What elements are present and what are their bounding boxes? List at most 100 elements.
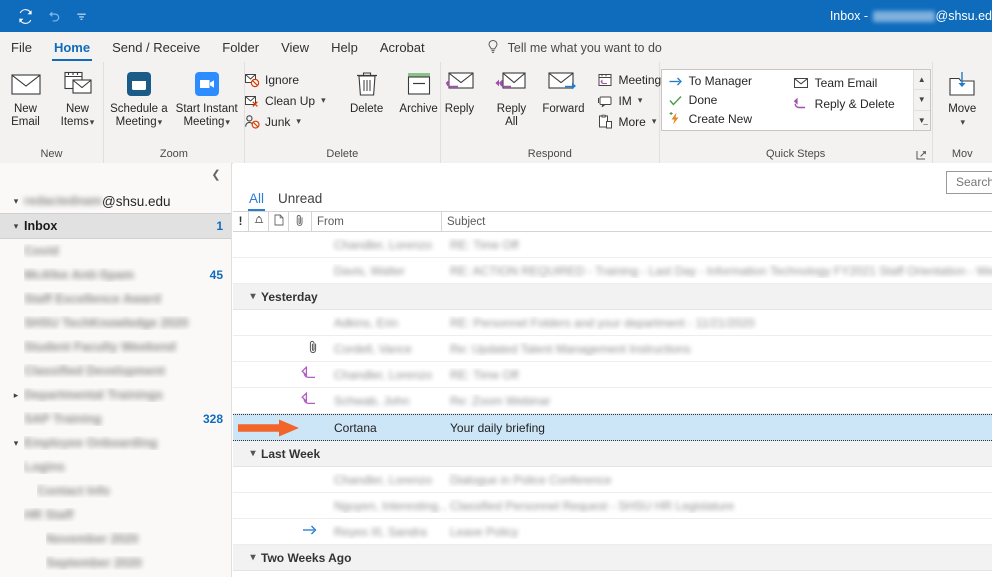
sidebar-item-contact-info[interactable]: Contact Info [0, 479, 231, 503]
new-items-button[interactable]: New Items▾ [52, 67, 104, 129]
done-check-icon [667, 92, 684, 109]
clean-up-button[interactable]: Clean Up ▾ [240, 90, 331, 111]
sidebar-item-label: Covid [24, 244, 59, 258]
search-input[interactable]: Search [946, 171, 992, 194]
reply-all-button[interactable]: Reply All [485, 67, 537, 129]
ignore-button[interactable]: Ignore [240, 69, 331, 90]
tab-acrobat[interactable]: Acrobat [369, 34, 436, 62]
quick-steps-more-gallery-icon[interactable]: ▼̲ [914, 110, 930, 130]
reply-icon [443, 67, 475, 101]
item-type-page-icon [274, 214, 284, 229]
tab-home[interactable]: Home [43, 34, 101, 62]
start-instant-meeting-button[interactable]: Start Instant Meeting▾ [172, 67, 242, 129]
message-filter-bar: All Unread Search [233, 163, 992, 211]
quick-step-to-manager[interactable]: To Manager [664, 72, 786, 91]
archive-icon [405, 67, 433, 101]
sidebar-item-inbox[interactable]: ▾ Inbox 1 [0, 213, 231, 239]
list-item[interactable]: Cordell, Vance Re: Updated Talent Manage… [233, 336, 992, 362]
sidebar-item-staff-excellence-award[interactable]: Staff Excellence Award [0, 287, 231, 311]
forward-button[interactable]: Forward [537, 67, 589, 116]
tab-help[interactable]: Help [320, 34, 369, 62]
sidebar-item-november-2020[interactable]: November 2020 [0, 527, 231, 551]
ribbon-group-respond: Reply Reply All [441, 62, 660, 163]
create-new-lightning-icon [667, 110, 684, 127]
column-importance[interactable]: ! [233, 212, 249, 231]
group-header-last-week[interactable]: ▾ Last Week [233, 441, 992, 467]
im-button[interactable]: IM ▾ [593, 90, 666, 111]
list-item[interactable]: Davis, Walter RE: ACTION REQUIRED - Trai… [233, 258, 992, 284]
list-item[interactable]: Chandler, Lorenzo RE: Time Off [233, 362, 992, 388]
schedule-a-meeting-button[interactable]: Schedule a Meeting▾ [106, 67, 172, 129]
quick-step-create-new[interactable]: Create New [664, 109, 786, 128]
chevron-down-icon[interactable]: ▾ [245, 289, 261, 305]
quick-step-done[interactable]: Done [664, 91, 786, 110]
message-rows: Chandler, Lorenzo RE: Time Off Davis, Wa… [233, 232, 992, 571]
quick-steps-scroll-up-icon[interactable]: ▲ [914, 70, 930, 89]
chevron-down-icon[interactable]: ▾ [8, 435, 24, 451]
junk-button[interactable]: Junk ▾ [240, 111, 331, 132]
column-reminder[interactable] [249, 212, 269, 231]
tab-folder[interactable]: Folder [211, 34, 270, 62]
sidebar-item-classified-development[interactable]: Classified Development [0, 359, 231, 383]
filter-unread[interactable]: Unread [271, 191, 329, 211]
list-item[interactable]: Adkins, Erin RE: Personnel Folders and y… [233, 310, 992, 336]
new-email-label: New Email [11, 103, 40, 129]
ribbon-group-quick-steps-label: Quick Steps [660, 145, 932, 163]
reply-button[interactable]: Reply [433, 67, 485, 116]
new-email-icon [10, 67, 42, 101]
more-button[interactable]: More ▾ [593, 111, 666, 132]
quick-steps-column-2: Team Email Reply & Delete [788, 70, 913, 130]
sidebar-item-techknowledge[interactable]: SHSU TechKnowledge 2020 [0, 311, 231, 335]
ribbon-group-zoom: Schedule a Meeting▾ Start Instant [104, 62, 245, 163]
window-title-suffix: @shsu.ed [936, 9, 992, 23]
group-header-two-weeks-ago[interactable]: ▾ Two Weeks Ago [233, 545, 992, 571]
delete-button[interactable]: Delete [341, 67, 393, 116]
sidebar-item-sap-training[interactable]: SAP Training 328 [0, 407, 231, 431]
list-item[interactable]: Schwab, John Re: Zoom Webinar [233, 388, 992, 414]
sidebar-item-label: Student Faculty Weekend [24, 340, 176, 354]
chevron-down-icon[interactable]: ▾ [8, 218, 24, 234]
quick-step-team-email[interactable]: Team Email [790, 72, 911, 93]
sidebar-item-september-2020[interactable]: September 2020 [0, 551, 231, 575]
row-from: Chandler, Lorenzo [325, 473, 447, 487]
column-attachment[interactable] [289, 212, 312, 231]
chevron-down-icon[interactable]: ▾ [245, 550, 261, 566]
column-item-type[interactable] [269, 212, 289, 231]
tab-send-receive[interactable]: Send / Receive [101, 34, 211, 62]
group-header-yesterday[interactable]: ▾ Yesterday [233, 284, 992, 310]
tab-file[interactable]: File [0, 34, 43, 62]
move-to-folder-icon [946, 67, 978, 101]
row-subject: Your daily briefing [447, 421, 992, 435]
collapse-folder-pane-icon[interactable]: ❮ [209, 167, 223, 181]
list-item[interactable]: Reyes III, Sandra Leave Policy [233, 519, 992, 545]
ribbon-group-move-label: Mov [933, 145, 992, 163]
sidebar-item-departmental-trainings[interactable]: ▸ Departmental Trainings [0, 383, 231, 407]
sidebar-item-hr-staff[interactable]: HR Staff [0, 503, 231, 527]
chevron-down-icon[interactable]: ▾ [245, 446, 261, 462]
list-item-cortana-daily-briefing[interactable]: Cortana Your daily briefing [233, 414, 992, 441]
sidebar-item-mcafee-anti-spam[interactable]: McAfee Anti-Spam 45 [0, 263, 231, 287]
quick-steps-dialog-launcher-icon[interactable] [916, 149, 928, 161]
reply-and-delete-icon [793, 95, 810, 112]
quick-steps-scroll-down-icon[interactable]: ▼ [914, 89, 930, 109]
tab-view[interactable]: View [270, 34, 320, 62]
meeting-button[interactable]: Meeting [593, 69, 666, 90]
sidebar-item-student-faculty-weekend[interactable]: Student Faculty Weekend [0, 335, 231, 359]
list-item[interactable]: Chandler, Lorenzo Dialogue in Police Con… [233, 467, 992, 493]
schedule-a-meeting-label: Schedule a Meeting▾ [110, 103, 168, 129]
tell-me-search[interactable]: Tell me what you want to do [486, 34, 662, 62]
sidebar-item-logins[interactable]: Logins [0, 455, 231, 479]
column-subject[interactable]: Subject [442, 212, 992, 231]
list-item[interactable]: Nguyen, Interesting... Classified Person… [233, 493, 992, 519]
chevron-down-icon[interactable]: ▾ [8, 193, 24, 209]
quick-step-reply-and-delete[interactable]: Reply & Delete [790, 93, 911, 114]
column-from[interactable]: From [312, 212, 442, 231]
move-button[interactable]: Move ▾ [936, 67, 988, 129]
filter-all[interactable]: All [242, 191, 271, 211]
sidebar-item-employee-onboarding[interactable]: ▾ Employee Onboarding [0, 431, 231, 455]
new-email-button[interactable]: New Email [0, 67, 52, 129]
account-row[interactable]: ▾ redactedname@shsu.edu [0, 189, 231, 213]
list-item[interactable]: Chandler, Lorenzo RE: Time Off [233, 232, 992, 258]
chevron-right-icon[interactable]: ▸ [8, 387, 24, 403]
sidebar-item-covid[interactable]: Covid [0, 239, 231, 263]
